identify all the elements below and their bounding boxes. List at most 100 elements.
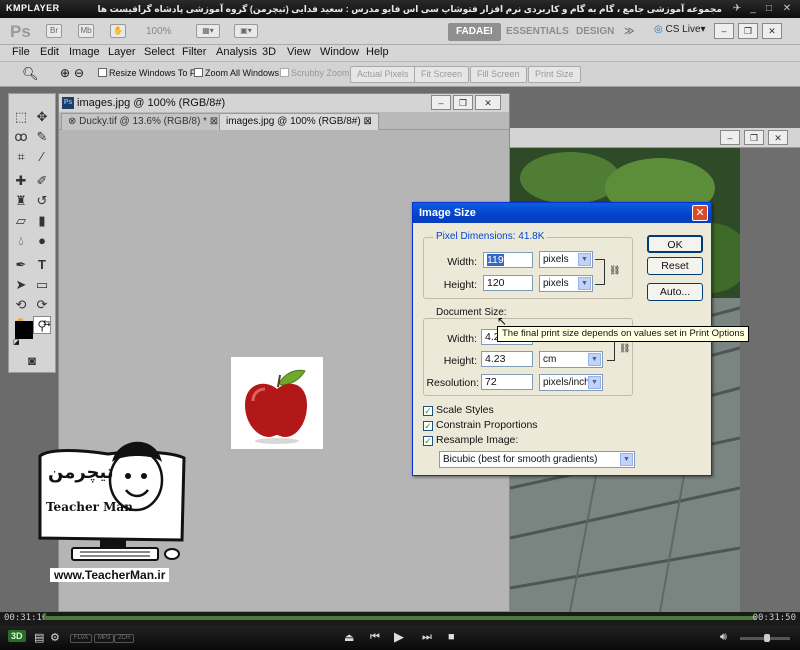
eraser-icon[interactable]: ▱ bbox=[12, 212, 30, 230]
menu-layer[interactable]: Layer bbox=[108, 46, 136, 58]
resolution-unit-select[interactable]: pixels/inch ▼ bbox=[539, 374, 603, 391]
doc-close-button[interactable]: ✕ bbox=[475, 95, 501, 110]
eject-icon[interactable]: ⏏ bbox=[344, 631, 354, 644]
zoom-out-icon[interactable]: ⊖ bbox=[74, 66, 84, 80]
px-height-input[interactable]: 120 bbox=[483, 275, 533, 291]
default-colors-icon[interactable]: ◪ bbox=[13, 338, 21, 346]
maximize-icon[interactable]: □ bbox=[762, 3, 776, 15]
marquee-tool-icon[interactable]: ⬚ bbox=[12, 108, 30, 126]
history-brush-icon[interactable]: ↺ bbox=[33, 192, 51, 210]
close-icon[interactable]: ✕ bbox=[780, 3, 794, 15]
lasso-tool-icon[interactable]: ꝏ bbox=[12, 128, 30, 146]
type-tool-icon[interactable]: T bbox=[33, 256, 51, 274]
dodge-tool-icon[interactable]: ● bbox=[33, 232, 51, 250]
minimize-icon[interactable]: _ bbox=[746, 3, 760, 15]
doc-height-unit-select[interactable]: cm ▼ bbox=[539, 351, 603, 368]
screen-mode-icon[interactable]: ▣▾ bbox=[234, 24, 258, 38]
menu-window[interactable]: Window bbox=[320, 46, 359, 58]
menu-help[interactable]: Help bbox=[366, 46, 389, 58]
menu-select[interactable]: Select bbox=[144, 46, 175, 58]
bridge-icon[interactable]: Br bbox=[46, 24, 62, 38]
workspace-fadaei[interactable]: FADAEI bbox=[448, 23, 501, 41]
eyedropper-icon[interactable]: ⁄ bbox=[33, 148, 51, 166]
scale-styles-checkbox[interactable]: ✓ Scale Styles bbox=[423, 404, 494, 416]
tab-ducky[interactable]: ⊗ Ducky.tif @ 13.6% (RGB/8) * ⊠ bbox=[61, 113, 226, 130]
app-close-button[interactable]: ✕ bbox=[762, 23, 782, 39]
next-icon[interactable]: ⏭ bbox=[422, 631, 432, 644]
3d-rotate-icon[interactable]: ⟲ bbox=[12, 296, 30, 314]
px-height-unit-select[interactable]: pixels ▼ bbox=[539, 275, 593, 292]
quick-mask-icon[interactable]: ◙ bbox=[23, 352, 41, 370]
hand-icon[interactable]: ✋ bbox=[110, 24, 126, 38]
3d-orbit-icon[interactable]: ⟳ bbox=[33, 296, 51, 314]
blur-tool-icon[interactable]: 💧︎ bbox=[12, 232, 30, 250]
scrubby-zoom-checkbox[interactable]: Scrubby Zoom bbox=[280, 68, 350, 78]
reset-button[interactable]: Reset bbox=[647, 257, 703, 275]
swap-colors-icon[interactable]: ⇆ bbox=[43, 318, 51, 329]
document-title-bar[interactable]: Ps images.jpg @ 100% (RGB/8#) – ❐ ✕ bbox=[59, 94, 509, 112]
menu-view[interactable]: View bbox=[287, 46, 311, 58]
px-width-unit-select[interactable]: pixels ▼ bbox=[539, 251, 593, 268]
resize-windows-checkbox[interactable]: Resize Windows To Fit bbox=[98, 68, 200, 78]
dialog-title-bar[interactable]: Image Size ✕ bbox=[413, 203, 711, 223]
path-select-icon[interactable]: ➤ bbox=[12, 276, 30, 294]
resample-image-checkbox[interactable]: ✓ Resample Image: bbox=[423, 434, 518, 446]
gradient-icon[interactable]: ▮ bbox=[33, 212, 51, 230]
zoom-all-checkbox[interactable]: Zoom All Windows bbox=[194, 68, 279, 78]
zoom-in-icon[interactable]: ⊕ bbox=[60, 66, 70, 80]
close-icon[interactable]: ⊗ bbox=[68, 116, 76, 127]
healing-brush-icon[interactable]: ✚ bbox=[12, 172, 30, 190]
tab-close-icon[interactable]: ⊠ bbox=[210, 116, 218, 127]
menu-3d[interactable]: 3D bbox=[262, 46, 276, 58]
doc2-close-button[interactable]: ✕ bbox=[768, 130, 788, 145]
workspace-more[interactable]: ≫ bbox=[616, 23, 642, 41]
clone-stamp-icon[interactable]: ♜ bbox=[12, 192, 30, 210]
tab-close-icon[interactable]: ⊠ bbox=[363, 116, 371, 127]
resolution-input[interactable]: 72 bbox=[481, 374, 533, 390]
menu-edit[interactable]: Edit bbox=[40, 46, 59, 58]
doc2-minimize-button[interactable]: – bbox=[720, 130, 740, 145]
cs-live-button[interactable]: ◎ CS Live▾ bbox=[654, 24, 706, 35]
menu-filter[interactable]: Filter bbox=[182, 46, 206, 58]
settings-icon[interactable]: ⚙ bbox=[50, 631, 60, 644]
tab-images[interactable]: images.jpg @ 100% (RGB/8#) ⊠ bbox=[219, 113, 379, 130]
app-minimize-button[interactable]: – bbox=[714, 23, 734, 39]
workspace-design[interactable]: DESIGN bbox=[568, 23, 622, 41]
app-restore-button[interactable]: ❐ bbox=[738, 23, 758, 39]
fill-screen-button[interactable]: Fill Screen bbox=[470, 66, 527, 83]
px-width-input[interactable]: 119 bbox=[483, 252, 533, 268]
foreground-color-swatch[interactable] bbox=[15, 321, 33, 339]
ok-button[interactable]: OK bbox=[647, 235, 703, 253]
zoom-tool-icon[interactable]: 🔍︎ bbox=[22, 66, 39, 82]
playlist-icon[interactable]: ▤ bbox=[34, 631, 44, 644]
brush-tool-icon[interactable]: ✐ bbox=[33, 172, 51, 190]
print-size-button[interactable]: Print Size bbox=[528, 66, 581, 83]
workspace-essentials[interactable]: ESSENTIALS bbox=[498, 23, 577, 41]
menu-file[interactable]: File bbox=[12, 46, 30, 58]
menu-image[interactable]: Image bbox=[69, 46, 100, 58]
dialog-close-button[interactable]: ✕ bbox=[692, 205, 708, 221]
zoom-level[interactable]: 100% bbox=[146, 26, 172, 37]
constrain-proportions-checkbox[interactable]: ✓ Constrain Proportions bbox=[423, 419, 538, 431]
resample-method-select[interactable]: Bicubic (best for smooth gradients) ▼ bbox=[439, 451, 635, 468]
stop-icon[interactable]: ■ bbox=[448, 631, 455, 643]
doc-minimize-button[interactable]: – bbox=[431, 95, 451, 110]
previous-icon[interactable]: ⏮ bbox=[370, 631, 380, 644]
volume-icon[interactable]: 🔊︎ bbox=[720, 631, 727, 644]
pin-icon[interactable]: ✈ bbox=[730, 3, 744, 15]
doc2-restore-button[interactable]: ❐ bbox=[744, 130, 764, 145]
shape-tool-icon[interactable]: ▭ bbox=[33, 276, 51, 294]
quick-select-icon[interactable]: ✎ bbox=[33, 128, 51, 146]
3d-badge[interactable]: 3D bbox=[8, 630, 26, 642]
doc-height-input[interactable]: 4.23 bbox=[481, 351, 533, 367]
arrange-documents-icon[interactable]: ▦▾ bbox=[196, 24, 220, 38]
fit-screen-button[interactable]: Fit Screen bbox=[414, 66, 470, 83]
volume-handle[interactable] bbox=[764, 634, 770, 642]
doc-restore-button[interactable]: ❐ bbox=[453, 95, 473, 110]
actual-pixels-button[interactable]: Actual Pixels bbox=[350, 66, 416, 83]
pen-tool-icon[interactable]: ✒ bbox=[12, 256, 30, 274]
crop-tool-icon[interactable]: ⌗ bbox=[12, 148, 30, 166]
play-icon[interactable]: ▶ bbox=[394, 629, 404, 645]
minibridge-icon[interactable]: Mb bbox=[78, 24, 94, 38]
second-document-title-bar[interactable]: – ❐ ✕ bbox=[510, 128, 800, 148]
